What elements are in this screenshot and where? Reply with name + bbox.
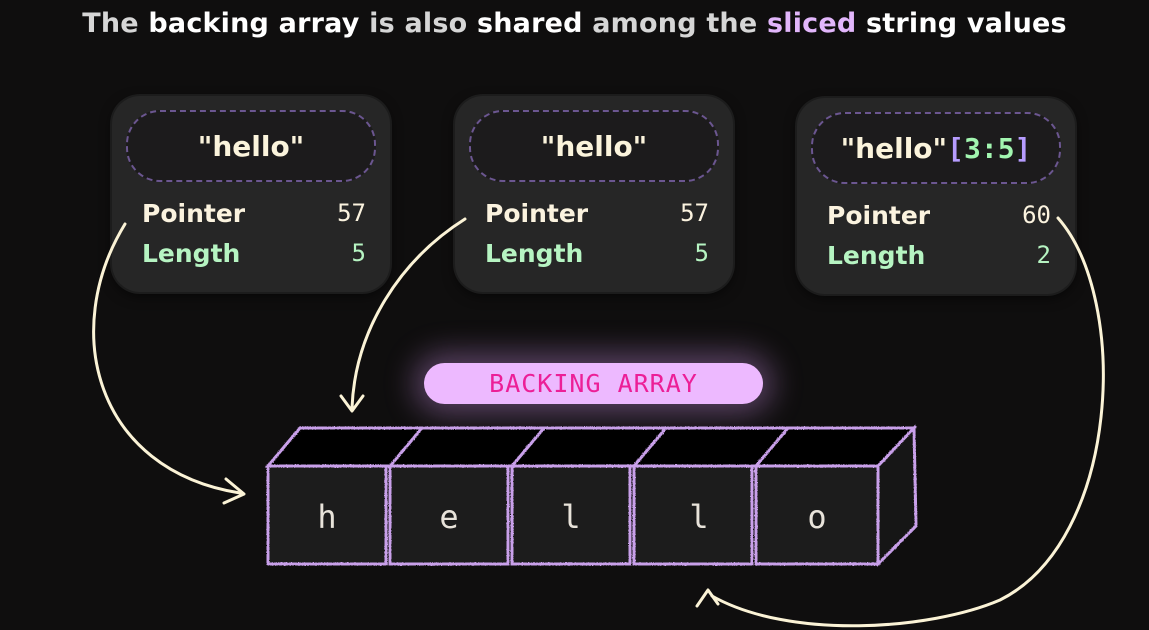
arrow-card2-to-h xyxy=(350,217,467,410)
array-cell-4: o xyxy=(807,498,827,536)
arrowhead-card3 xyxy=(695,588,720,608)
backing-array-boxes xyxy=(264,424,918,568)
array-cell-3: l xyxy=(689,498,709,536)
array-cell-1: e xyxy=(439,498,459,536)
array-cell-2: l xyxy=(561,498,581,536)
array-cell-0: h xyxy=(317,498,337,536)
arrow-card1-to-h xyxy=(92,222,242,495)
